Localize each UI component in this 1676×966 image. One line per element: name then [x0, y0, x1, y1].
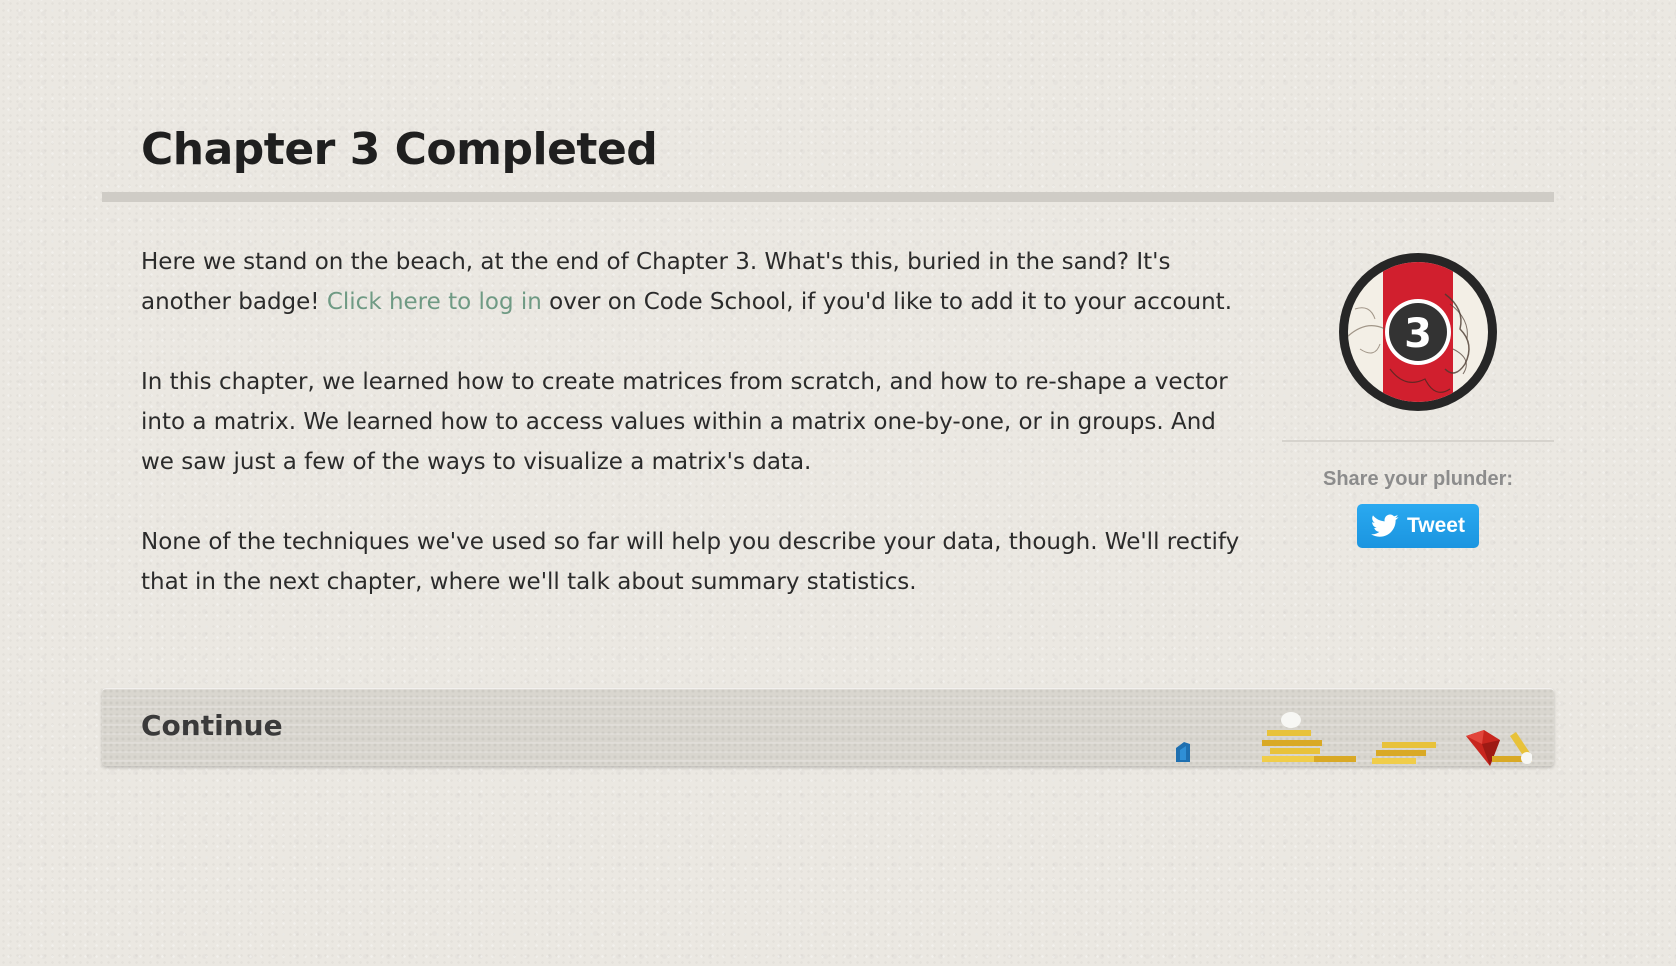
title-divider	[102, 192, 1554, 202]
treasure-pile-icon	[1176, 712, 1532, 766]
summary-paragraph-3: None of the techniques we've used so far…	[141, 529, 1240, 595]
share-label: Share your plunder:	[1322, 468, 1514, 490]
continue-label: Continue	[141, 709, 283, 742]
tweet-label: Tweet	[1407, 514, 1465, 537]
page-title: Chapter 3 Completed	[141, 124, 658, 175]
summary-text: over on Code School, if you'd like to ad…	[541, 289, 1233, 315]
twitter-bird-icon	[1371, 514, 1399, 537]
badge-number: 3	[1404, 311, 1432, 357]
login-link[interactable]: Click here to log in	[327, 289, 542, 315]
sidebar-divider	[1282, 440, 1554, 442]
chapter-complete-page: Chapter 3 Completed Here we stand on the…	[102, 0, 1554, 966]
continue-button[interactable]: Continue	[102, 688, 1554, 766]
summary-paragraph-2: In this chapter, we learned how to creat…	[141, 369, 1228, 475]
summary-paragraph-1: Here we stand on the beach, at the end o…	[141, 242, 1251, 322]
chapter-summary: Here we stand on the beach, at the end o…	[141, 242, 1251, 642]
chapter-badge-icon: 3	[1339, 253, 1497, 411]
tweet-button[interactable]: Tweet	[1357, 504, 1479, 548]
